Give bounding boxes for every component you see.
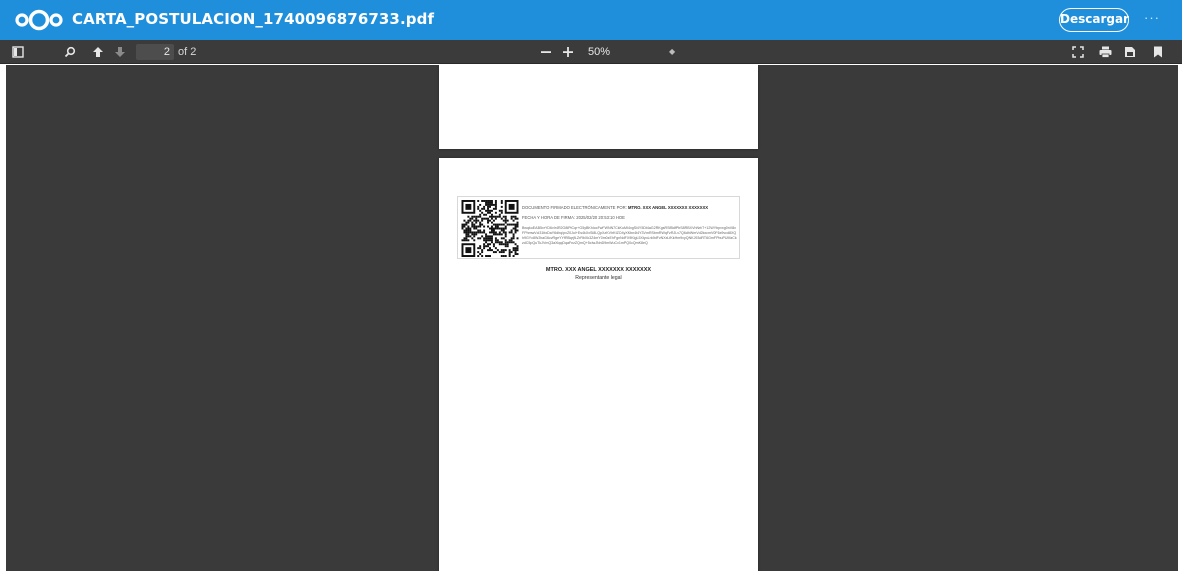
find-button[interactable] [62,40,78,64]
print-icon [1099,46,1112,58]
zoom-in-icon [562,46,574,58]
search-icon [64,46,76,58]
presentation-mode-button[interactable] [1070,40,1086,64]
next-page-button[interactable] [112,40,128,64]
page-down-icon [114,46,126,58]
signature-label: DOCUMENTO FIRMADO ELECTRÓNICAMENTE POR: [522,205,627,210]
qr-code-icon [461,200,519,257]
page-up-icon [92,46,104,58]
document-title: CARTA_POSTULACION_1740096876733.pdf [72,10,435,28]
zoom-out-icon [540,46,552,58]
save-button[interactable] [1122,40,1138,64]
zoom-in-button[interactable] [560,40,576,64]
zoom-out-button[interactable] [538,40,554,64]
pdf-toolbar: 2 of 2 50% ◆ [0,40,1182,64]
sidebar-toggle-icon [12,46,24,58]
download-icon [1124,46,1136,58]
zoom-select[interactable]: 50% [580,44,680,60]
signer-role: Representante legal [575,275,622,281]
signature-line-1: DOCUMENTO FIRMADO ELECTRÓNICAMENTE POR: … [522,205,708,210]
print-button[interactable] [1097,40,1113,64]
previous-page-button[interactable] [90,40,106,64]
presentation-mode-icon [1072,46,1084,58]
viewer-left-edge [0,65,6,571]
signature-hash: BwqkuEAB5xrYD6vIr4R2O8iPtCqr+G5yBKhIocFw… [522,226,737,245]
viewer-right-edge [1178,65,1182,571]
bookmark-button[interactable] [1150,40,1166,64]
app-header: CARTA_POSTULACION_1740096876733.pdf Desc… [0,0,1182,40]
download-button[interactable]: Descargar [1059,8,1129,32]
page-count-label: of 2 [178,46,197,58]
more-actions-button[interactable]: ··· [1140,8,1164,32]
pdf-viewer-app: CARTA_POSTULACION_1740096876733.pdf Desc… [0,0,1182,571]
document-viewer[interactable]: DOCUMENTO FIRMADO ELECTRÓNICAMENTE POR: … [0,65,1182,571]
electronic-signature-block: DOCUMENTO FIRMADO ELECTRÓNICAMENTE POR: … [457,196,740,259]
bookmark-icon [1153,46,1163,58]
signature-date: FECHA Y HORA DE FIRMA: 2025/02/20 20:53:… [522,215,625,220]
pdf-page-2: DOCUMENTO FIRMADO ELECTRÓNICAMENTE POR: … [439,158,758,571]
signature-signer: MTRO. XXX ANGEL XXXXXXX XXXXXXX [628,205,709,210]
sidebar-toggle-button[interactable] [10,40,26,64]
signer-name: MTRO. XXX ANGEL XXXXXXX XXXXXXX [545,267,652,273]
pdf-page-1 [439,65,758,149]
page-number-input[interactable]: 2 [136,44,174,60]
chevron-updown-icon: ◆ [669,47,676,56]
nextcloud-logo-icon[interactable] [15,9,63,31]
